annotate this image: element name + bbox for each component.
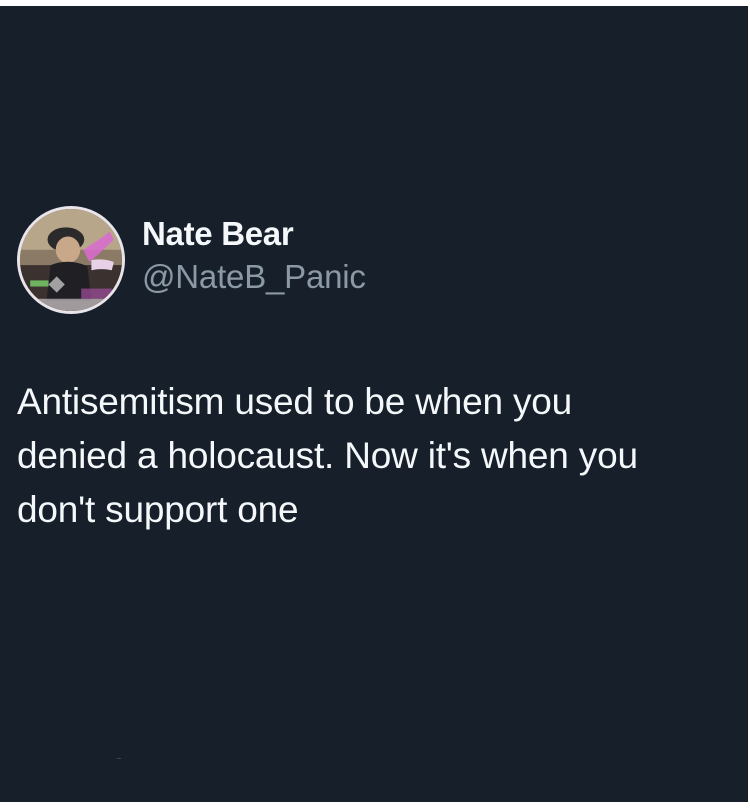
tweet-text-line: Antisemitism used to be when you	[17, 381, 573, 422]
avatar-image-icon	[20, 209, 122, 311]
user-handle[interactable]: @NateB_Panic	[142, 256, 366, 298]
artifact-speck	[117, 758, 121, 759]
tweet-body: Antisemitism used to be when you denied …	[17, 375, 717, 537]
user-names: Nate Bear @NateB_Panic	[142, 214, 366, 298]
tweet-text-line: denied a holocaust. Now it's when you	[17, 435, 638, 476]
tweet-screenshot: Nate Bear @NateB_Panic Antisemitism used…	[0, 6, 748, 802]
tweet-author-header: Nate Bear @NateB_Panic	[17, 206, 366, 314]
avatar[interactable]	[17, 206, 125, 314]
tweet-text-line: don't support one	[17, 489, 299, 530]
display-name[interactable]: Nate Bear	[142, 214, 366, 254]
